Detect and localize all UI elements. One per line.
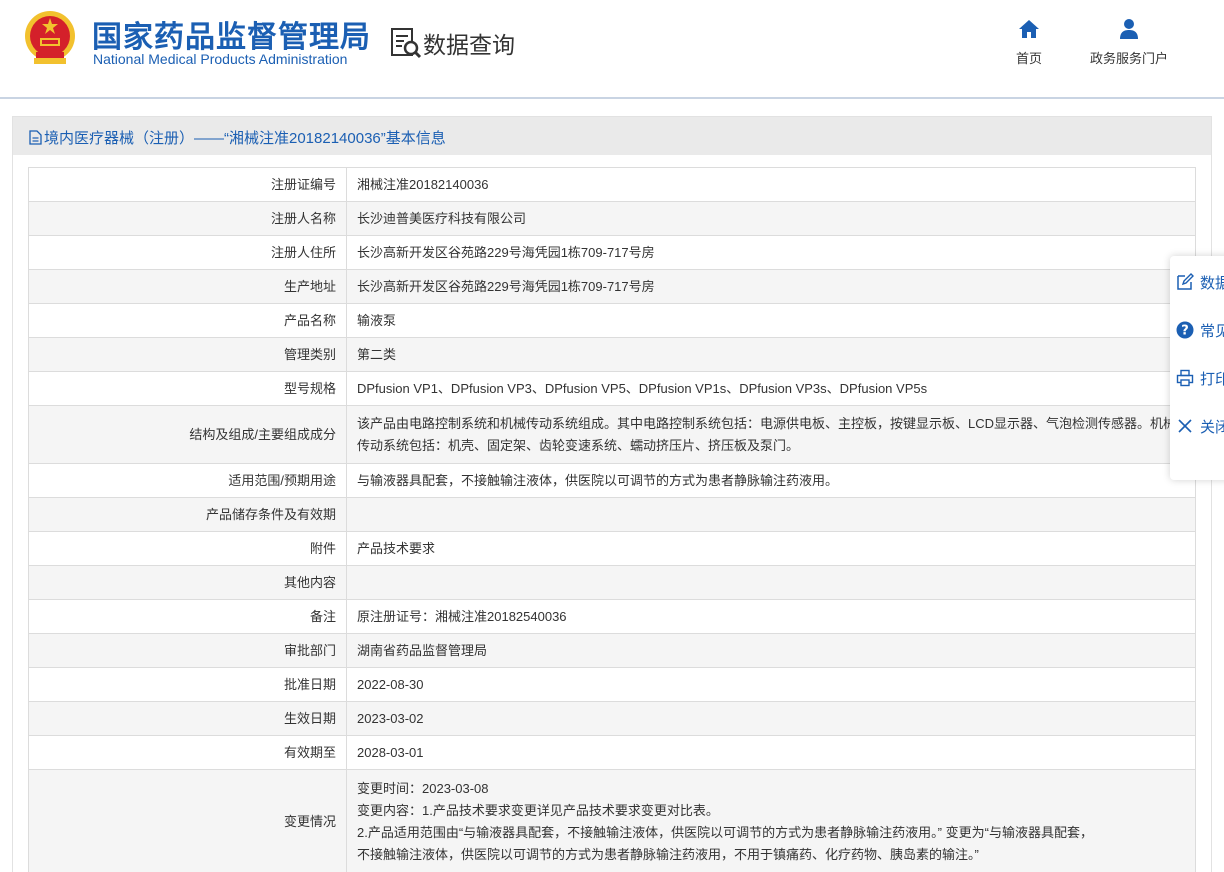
change-line: 变更内容：1.产品技术要求变更详见产品技术要求变更对比表。 <box>357 802 719 818</box>
field-label: 管理类别 <box>28 337 347 372</box>
side-tool-label: 常见 <box>1200 323 1224 340</box>
field-label: 生效日期 <box>28 701 347 736</box>
site-header: 国家药品监督管理局 National Medical Products Admi… <box>0 0 1224 99</box>
field-value: 长沙高新开发区谷苑路229号海凭园1栋709-717号房 <box>346 269 1196 304</box>
field-value: 长沙高新开发区谷苑路229号海凭园1栋709-717号房 <box>346 235 1196 270</box>
table-row: 有效期至 2028-03-01 <box>28 735 1196 770</box>
field-value: 湘械注准20182140036 <box>346 167 1196 202</box>
field-label: 注册人住所 <box>28 235 347 270</box>
field-label: 备注 <box>28 599 347 634</box>
table-row: 结构及组成/主要组成成分 该产品由电路控制系统和机械传动系统组成。其中电路控制系… <box>28 405 1196 464</box>
field-label: 注册证编号 <box>28 167 347 202</box>
table-row: 适用范围/预期用途 与输液器具配套，不接触输注液体，供医院以可调节的方式为患者静… <box>28 463 1196 498</box>
table-row: 产品名称 输液泵 <box>28 303 1196 338</box>
detail-panel: 境内医疗器械（注册）——“湘械注准20182140036”基本信息 注册证编号 … <box>12 116 1212 872</box>
nav-home[interactable]: 首页 <box>1011 18 1047 67</box>
agency-name-cn: 国家药品监督管理局 <box>92 21 371 54</box>
field-value: 湖南省药品监督管理局 <box>346 633 1196 668</box>
field-label: 适用范围/预期用途 <box>28 463 347 498</box>
change-line: 2.产品适用范围由“与输液器具配套，不接触输注液体，供医院以可调节的方式为患者静… <box>357 824 1093 840</box>
field-value: 输液泵 <box>346 303 1196 338</box>
field-label: 生产地址 <box>28 269 347 304</box>
table-row: 审批部门 湖南省药品监督管理局 <box>28 633 1196 668</box>
national-emblem-icon <box>25 11 75 64</box>
panel-title: 境内医疗器械（注册）——“湘械注准20182140036”基本信息 <box>29 127 446 148</box>
table-row: 管理类别 第二类 <box>28 337 1196 372</box>
user-icon <box>1120 19 1138 39</box>
field-value: 产品技术要求 <box>346 531 1196 566</box>
field-value: 第二类 <box>346 337 1196 372</box>
field-value: 2022-08-30 <box>346 667 1196 702</box>
field-value: 原注册证号：湘械注准20182540036 <box>346 599 1196 634</box>
field-label: 产品储存条件及有效期 <box>28 497 347 532</box>
data-query-icon <box>391 28 422 59</box>
table-row: 生产地址 长沙高新开发区谷苑路229号海凭园1栋709-717号房 <box>28 269 1196 304</box>
close-icon <box>1178 419 1192 433</box>
side-tool-label: 数据 <box>1200 275 1224 292</box>
svg-text:?: ? <box>1181 324 1189 339</box>
help-icon: ? <box>1176 321 1194 339</box>
panel-header: 境内医疗器械（注册）——“湘械注准20182140036”基本信息 <box>13 117 1211 155</box>
table-row: 附件 产品技术要求 <box>28 531 1196 566</box>
field-value: 该产品由电路控制系统和机械传动系统组成。其中电路控制系统包括：电源供电板、主控板… <box>346 405 1196 464</box>
change-line: 变更时间：2023-03-08 <box>357 780 489 796</box>
field-label: 注册人名称 <box>28 201 347 236</box>
table-row: 其他内容 <box>28 565 1196 600</box>
side-tool-faq[interactable]: ? 常见 <box>1170 310 1224 350</box>
edit-icon <box>1177 273 1194 290</box>
agency-name-en: National Medical Products Administration <box>93 51 348 67</box>
change-line: 不接触输注液体，供医院以可调节的方式为患者静脉输注药液用，不用于镇痛药、化疗药物… <box>357 846 979 862</box>
side-tool-close[interactable]: 关闭 <box>1170 406 1224 446</box>
field-label: 审批部门 <box>28 633 347 668</box>
field-label: 批准日期 <box>28 667 347 702</box>
nav-portal-label: 政务服务门户 <box>1089 51 1168 66</box>
field-label: 结构及组成/主要组成成分 <box>28 405 347 464</box>
table-row: 生效日期 2023-03-02 <box>28 701 1196 736</box>
field-value: 2023-03-02 <box>346 701 1196 736</box>
field-label: 附件 <box>28 531 347 566</box>
table-row-change: 变更情况 变更时间：2023-03-08 变更内容：1.产品技术要求变更详见产品… <box>28 769 1196 872</box>
side-tool-data[interactable]: 数据 <box>1170 262 1224 302</box>
side-tool-label: 打印 <box>1200 371 1224 388</box>
change-details: 变更时间：2023-03-08 变更内容：1.产品技术要求变更详见产品技术要求变… <box>346 769 1196 872</box>
side-tool-print[interactable]: 打印 <box>1170 358 1224 398</box>
side-tool-label: 关闭 <box>1200 419 1224 436</box>
field-label: 其他内容 <box>28 565 347 600</box>
field-label: 产品名称 <box>28 303 347 338</box>
field-label: 变更情况 <box>28 769 347 872</box>
home-icon <box>1019 20 1039 38</box>
table-row: 注册证编号 湘械注准20182140036 <box>28 167 1196 202</box>
table-row: 注册人名称 长沙迪普美医疗科技有限公司 <box>28 201 1196 236</box>
print-icon <box>1176 369 1194 387</box>
field-value: DPfusion VP1、DPfusion VP3、DPfusion VP5、D… <box>346 371 1196 406</box>
field-value: 2028-03-01 <box>346 735 1196 770</box>
document-icon <box>29 130 42 145</box>
panel-title-text: 境内医疗器械（注册）——“湘械注准20182140036”基本信息 <box>44 130 446 147</box>
device-info-table: 注册证编号 湘械注准20182140036 注册人名称 长沙迪普美医疗科技有限公… <box>28 167 1196 872</box>
header-divider <box>0 97 1224 99</box>
table-row: 注册人住所 长沙高新开发区谷苑路229号海凭园1栋709-717号房 <box>28 235 1196 270</box>
field-label: 型号规格 <box>28 371 347 406</box>
side-toolbar: 数据 ? 常见 打印 关闭 <box>1170 256 1224 480</box>
page-section-title: 数据查询 <box>423 32 515 58</box>
field-label: 有效期至 <box>28 735 347 770</box>
field-value <box>346 497 1196 532</box>
nav-gov-service-portal[interactable]: 政务服务门户 <box>1082 18 1176 67</box>
table-row: 产品储存条件及有效期 <box>28 497 1196 532</box>
field-value <box>346 565 1196 600</box>
field-value: 长沙迪普美医疗科技有限公司 <box>346 201 1196 236</box>
table-row: 型号规格 DPfusion VP1、DPfusion VP3、DPfusion … <box>28 371 1196 406</box>
table-row: 备注 原注册证号：湘械注准20182540036 <box>28 599 1196 634</box>
field-value: 与输液器具配套，不接触输注液体，供医院以可调节的方式为患者静脉输注药液用。 <box>346 463 1196 498</box>
table-row: 批准日期 2022-08-30 <box>28 667 1196 702</box>
nav-home-label: 首页 <box>1015 51 1042 66</box>
